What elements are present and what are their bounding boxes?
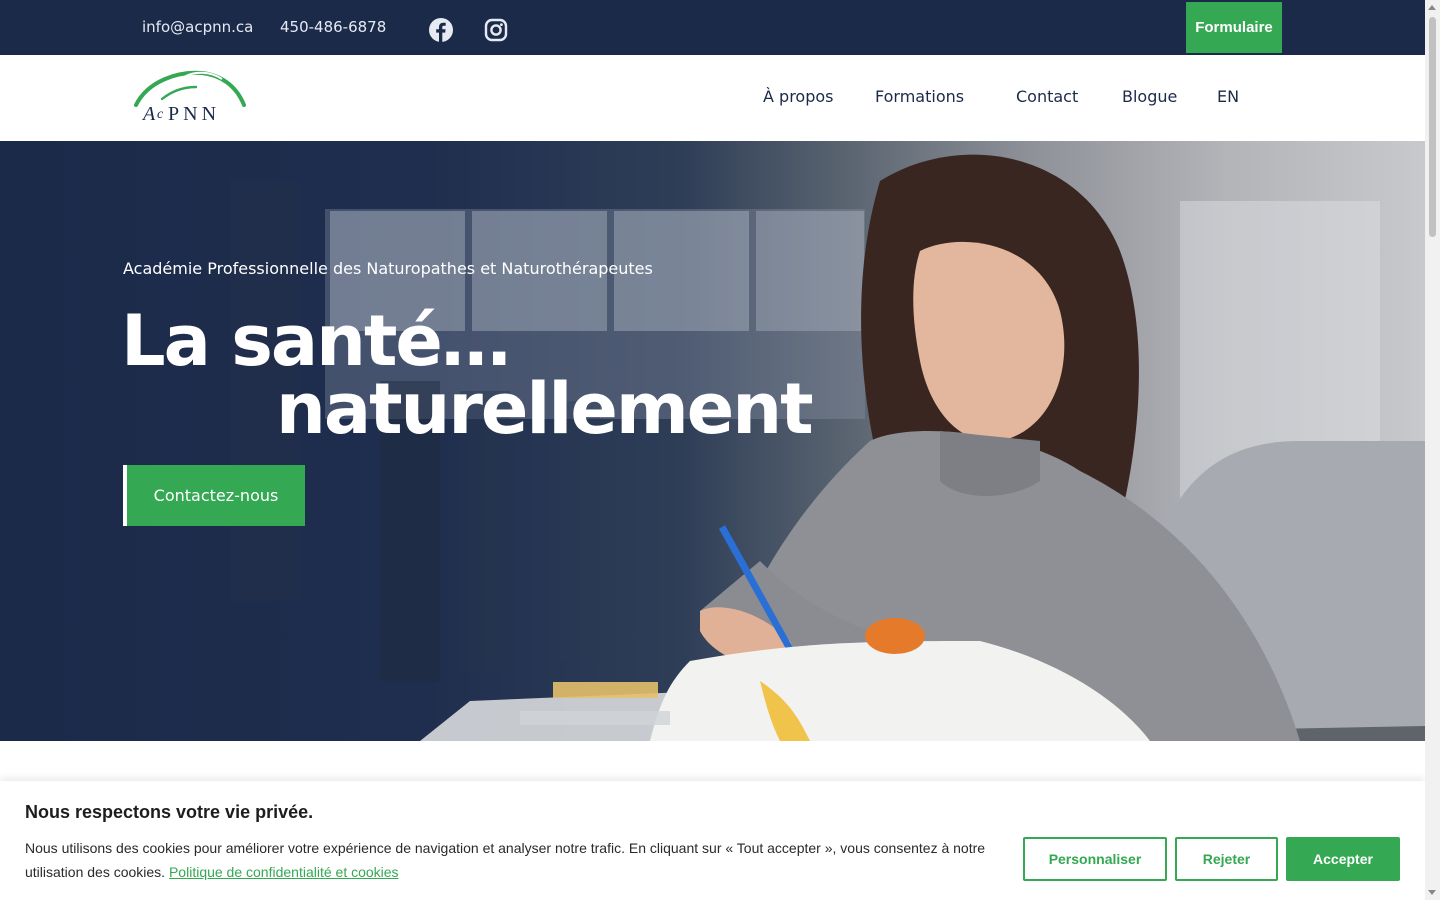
svg-text:c: c (157, 107, 164, 122)
nav-contact[interactable]: Contact (1016, 87, 1078, 106)
nav-language-en[interactable]: EN (1217, 87, 1239, 106)
scroll-up-arrow-icon[interactable] (1428, 5, 1436, 10)
phone-link[interactable]: 450-486-6878 (280, 18, 386, 36)
hero-subtitle: Académie Professionnelle des Naturopathe… (123, 259, 653, 278)
cookie-banner: Nous respectons votre vie privée. Nous u… (0, 781, 1425, 900)
svg-text:PNN: PNN (168, 103, 220, 125)
email-link[interactable]: info@acpnn.ca (142, 18, 253, 36)
accept-cookies-button[interactable]: Accepter (1286, 837, 1400, 881)
page-scrollbar[interactable] (1425, 0, 1440, 900)
reject-cookies-button[interactable]: Rejeter (1175, 837, 1278, 881)
top-bar: info@acpnn.ca 450-486-6878 Formulaire (0, 0, 1425, 55)
nav-apropos[interactable]: À propos (763, 87, 833, 106)
instagram-icon[interactable] (483, 17, 509, 43)
cookie-title: Nous respectons votre vie privée. (25, 802, 314, 822)
scrollbar-thumb[interactable] (1429, 17, 1436, 237)
svg-text:A: A (141, 103, 156, 125)
customize-cookies-button[interactable]: Personnaliser (1023, 837, 1167, 881)
cookie-text: Nous utilisons des cookies pour améliore… (25, 836, 1000, 884)
scroll-down-arrow-icon[interactable] (1428, 890, 1436, 895)
nav-formations[interactable]: Formations (875, 87, 964, 106)
hero-section: Académie Professionnelle des Naturopathe… (0, 141, 1425, 741)
privacy-policy-link[interactable]: Politique de confidentialité et cookies (169, 864, 399, 880)
formulaire-button[interactable]: Formulaire (1186, 2, 1282, 53)
hero-title-line2: naturellement (276, 368, 814, 450)
contact-us-button[interactable]: Contactez-nous (123, 465, 305, 526)
facebook-icon[interactable] (428, 17, 454, 43)
nav-blogue[interactable]: Blogue (1122, 87, 1177, 106)
page: info@acpnn.ca 450-486-6878 Formulaire A (0, 0, 1440, 900)
acpnn-logo[interactable]: A c PNN (132, 69, 248, 127)
site-header: A c PNN À propos Formations Contact Blog… (0, 55, 1425, 141)
